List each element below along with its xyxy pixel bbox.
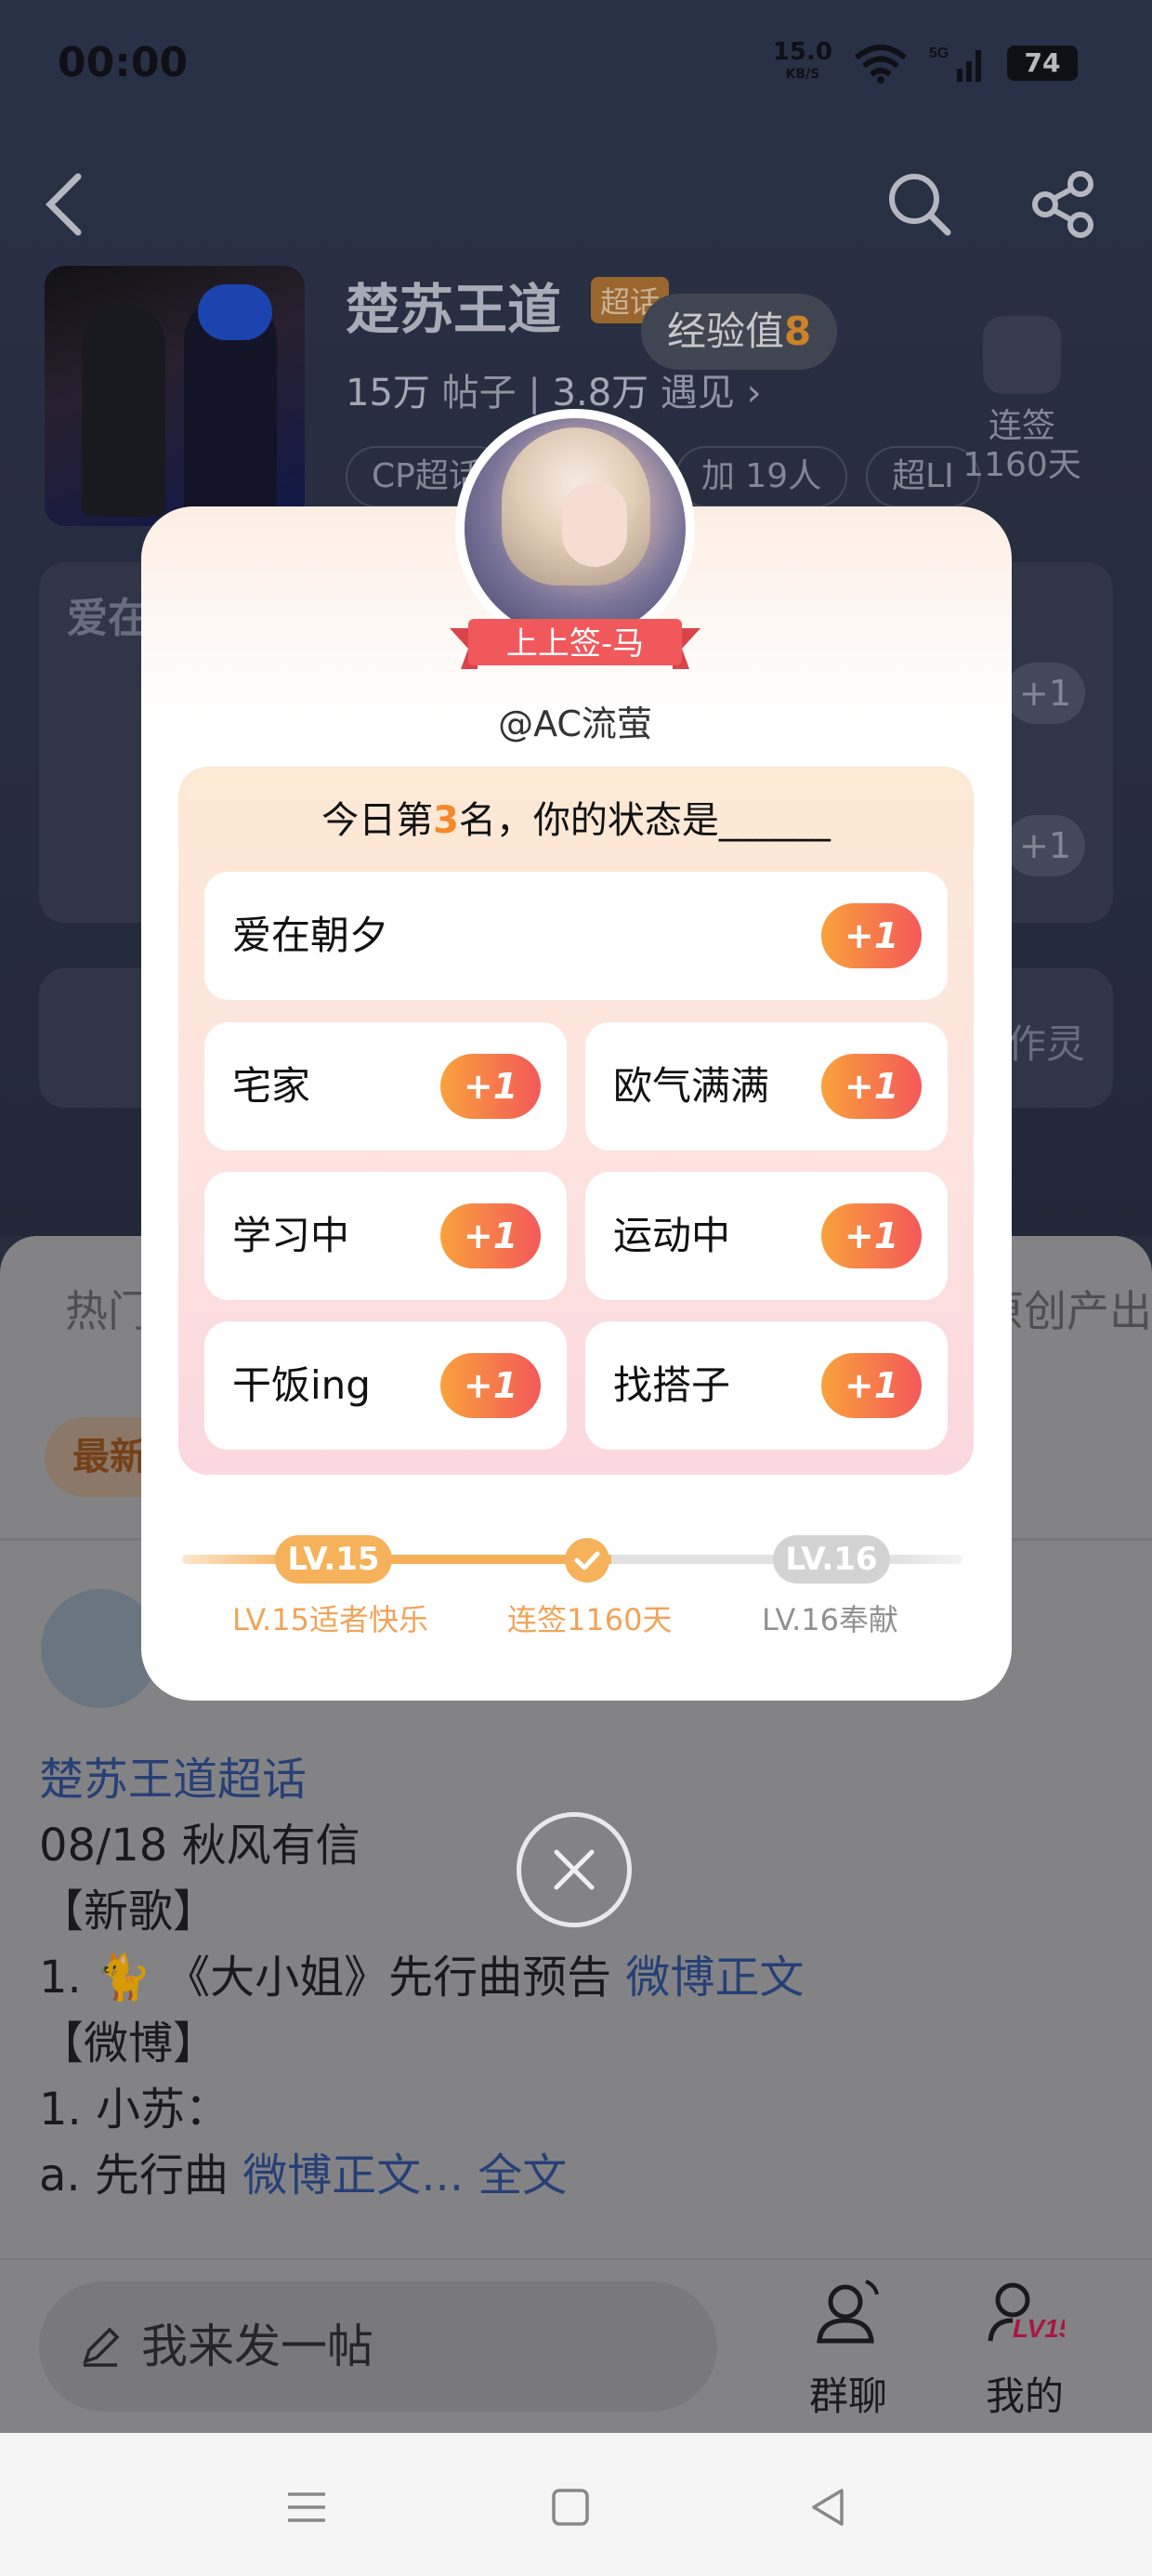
close-icon xyxy=(554,1849,595,1890)
close-modal-button[interactable] xyxy=(517,1812,632,1927)
next-level-badge: LV.16 xyxy=(773,1535,890,1584)
status-option[interactable]: 爱在朝夕 +1 xyxy=(204,872,948,1000)
signin-days-caption: 连签1160天 xyxy=(507,1602,673,1637)
username: @AC流萤 xyxy=(498,703,652,744)
next-level-caption: LV.16奉献 xyxy=(762,1602,898,1637)
status-option[interactable]: 学习中 +1 xyxy=(204,1172,567,1300)
plus-one-button[interactable]: +1 xyxy=(440,1203,541,1268)
home-square-icon[interactable] xyxy=(543,2479,598,2535)
plus-one-button[interactable]: +1 xyxy=(821,903,922,968)
plus-one-button[interactable]: +1 xyxy=(821,1353,922,1418)
current-level-badge: LV.15 xyxy=(275,1535,392,1584)
status-option[interactable]: 干饭ing +1 xyxy=(204,1321,567,1450)
user-avatar xyxy=(455,409,695,649)
system-navigation-bar xyxy=(0,2433,1152,2576)
plus-one-button[interactable]: +1 xyxy=(440,1054,541,1119)
menu-icon[interactable] xyxy=(279,2479,334,2535)
plus-one-button[interactable]: +1 xyxy=(440,1353,541,1418)
status-option[interactable]: 运动中 +1 xyxy=(585,1172,948,1300)
current-level-caption: LV.15适者快乐 xyxy=(232,1602,428,1637)
fortune-label: 上上签-马 xyxy=(505,625,645,663)
status-question: 今日第3名，你的状态是______ xyxy=(321,799,831,842)
status-option[interactable]: 欧气满满 +1 xyxy=(585,1022,948,1150)
status-option[interactable]: 找搭子 +1 xyxy=(585,1321,948,1450)
back-triangle-icon[interactable] xyxy=(801,2479,857,2535)
check-icon xyxy=(565,1538,609,1583)
plus-one-button[interactable]: +1 xyxy=(821,1203,922,1268)
status-option[interactable]: 宅家 +1 xyxy=(204,1022,567,1150)
plus-one-button[interactable]: +1 xyxy=(821,1054,922,1119)
